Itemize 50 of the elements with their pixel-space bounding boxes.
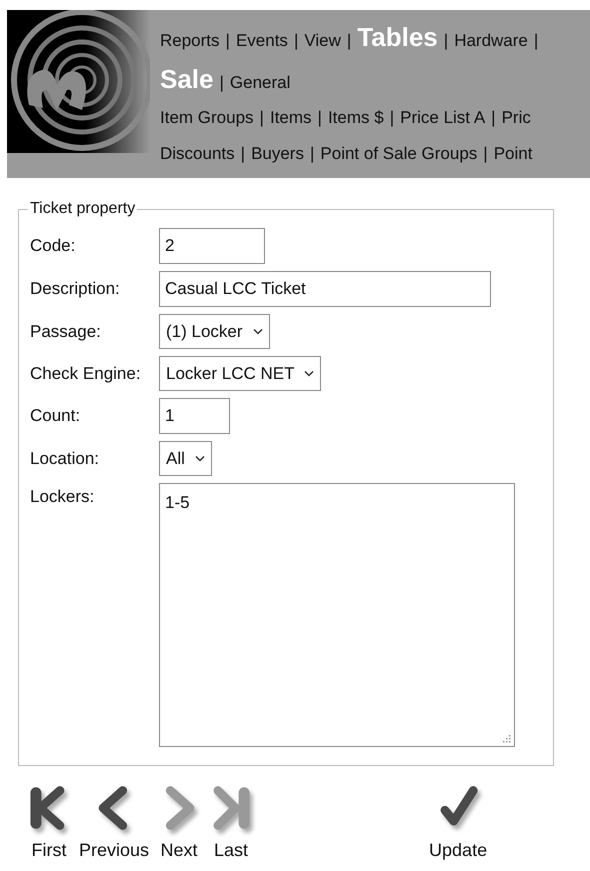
chevron-down-icon (304, 370, 314, 377)
dropdown[interactable]: (1) Locker (159, 314, 270, 349)
field-label: Lockers: (30, 486, 96, 507)
field-label: Count: (30, 406, 82, 426)
separator: | (491, 108, 496, 128)
panel-title: Ticket property (29, 200, 136, 218)
separator: | (390, 108, 394, 128)
nav-link[interactable]: View (304, 31, 341, 51)
nav-link[interactable]: Items (270, 108, 312, 128)
resize-grip-icon[interactable] (503, 735, 511, 743)
nav-link[interactable]: Pric (502, 108, 531, 128)
field-label: Check Engine: (30, 364, 142, 384)
dropdown[interactable]: Locker LCC NET (159, 356, 322, 391)
nav-link[interactable]: Events (236, 31, 288, 51)
update-button[interactable]: Update (429, 784, 488, 861)
separator: | (534, 31, 538, 51)
nav-link[interactable]: Discounts (160, 144, 235, 164)
first-button[interactable]: First (27, 784, 71, 861)
chevron-down-icon (252, 328, 263, 335)
nav-link[interactable]: Point (494, 144, 532, 164)
dropdown[interactable]: All (159, 441, 212, 476)
text-area[interactable]: 1-5 (159, 483, 515, 747)
nav-link[interactable]: Price List A (400, 108, 486, 128)
separator: | (310, 144, 314, 164)
separator: | (260, 108, 264, 128)
nav-link[interactable]: General (230, 73, 290, 93)
separator: | (240, 144, 246, 164)
nav-link[interactable]: Hardware (454, 31, 528, 51)
separator: | (444, 31, 448, 51)
separator: | (318, 108, 322, 128)
previous-button[interactable]: Previous (79, 784, 150, 861)
field-label: Passage: (30, 322, 102, 342)
field-label: Code: (30, 236, 76, 256)
field-label: Description: (30, 279, 121, 299)
input-field[interactable]: 1 (159, 398, 230, 434)
nav-link[interactable]: Reports (160, 31, 220, 51)
chevron-down-icon (194, 455, 205, 462)
input-field[interactable]: 2 (159, 228, 265, 264)
nav-link[interactable]: Items $ (328, 108, 384, 128)
separator: | (483, 144, 488, 164)
nav-link[interactable]: Buyers (251, 144, 304, 164)
separator: | (226, 31, 230, 51)
nav-link[interactable]: Item Groups (160, 108, 254, 128)
nav-link[interactable]: Point of Sale Groups (320, 144, 478, 164)
separator: | (220, 73, 224, 93)
separator: | (346, 31, 352, 51)
input-field[interactable]: Casual LCC Ticket (159, 271, 491, 307)
logo-icon (7, 10, 150, 153)
field-label: Location: (30, 448, 100, 468)
separator: | (294, 31, 298, 51)
